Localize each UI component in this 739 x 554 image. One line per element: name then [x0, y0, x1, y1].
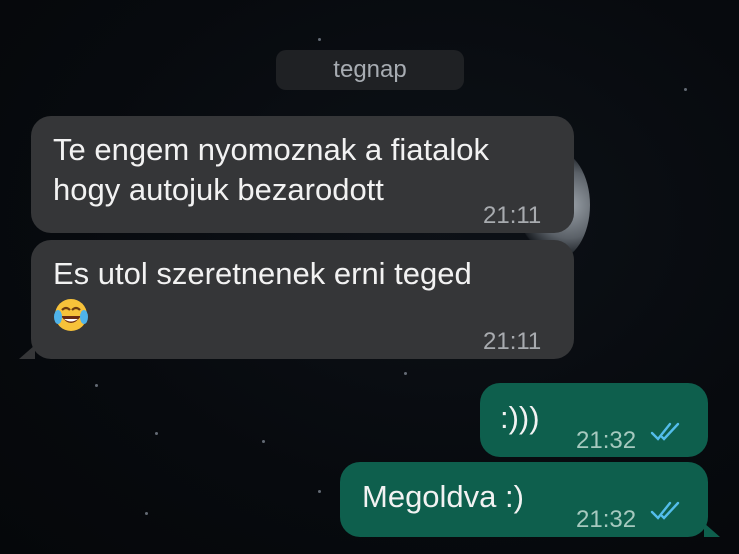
bubble-tail [704, 523, 720, 537]
incoming-message-bubble[interactable]: Te engem nyomoznak a fiatalok hogy autoj… [31, 116, 574, 233]
message-text: Megoldva :) [362, 479, 524, 514]
outgoing-message-bubble[interactable]: :))) 21:32 [480, 383, 708, 457]
bubble-tail [19, 345, 35, 359]
star-decoration [145, 512, 148, 515]
message-timestamp: 21:11 [483, 202, 542, 229]
star-decoration [684, 88, 687, 91]
message-timestamp: 21:11 [483, 328, 542, 355]
star-decoration [262, 440, 265, 443]
star-decoration [318, 490, 321, 493]
star-decoration [318, 38, 321, 41]
star-decoration [95, 384, 98, 387]
message-text-line: hogy autojuk bezarodott [53, 172, 384, 207]
incoming-message-bubble[interactable]: Es utol szeretnenek erni teged 21:11 [19, 240, 574, 359]
read-double-check-icon [650, 422, 680, 441]
message-text: :))) [500, 400, 540, 435]
outgoing-message-bubble[interactable]: Megoldva :) 21:32 [340, 462, 720, 537]
date-separator: tegnap [276, 50, 464, 90]
message-text-line: Te engem nyomoznak a fiatalok [53, 132, 489, 167]
face-with-tears-of-joy-emoji-icon [54, 299, 88, 331]
message-timestamp: 21:32 [576, 427, 637, 454]
message-text: Es utol szeretnenek erni teged [53, 256, 472, 291]
read-double-check-icon [650, 501, 680, 520]
message-timestamp: 21:32 [576, 506, 637, 533]
star-decoration [404, 372, 407, 375]
star-decoration [155, 432, 158, 435]
